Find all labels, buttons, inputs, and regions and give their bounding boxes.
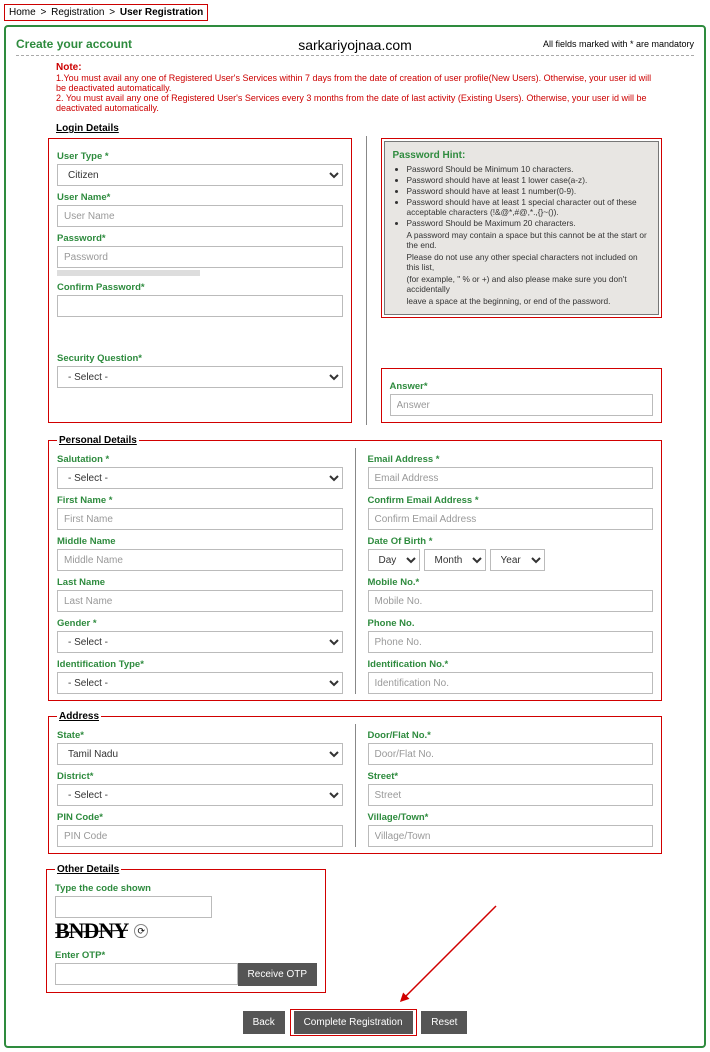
hint-note: A password may contain a space but this … (407, 230, 651, 250)
street-input[interactable] (368, 784, 654, 806)
captcha-image: BNDNY (55, 918, 128, 944)
mobile-label: Mobile No.* (368, 577, 654, 588)
password-input[interactable] (57, 246, 343, 268)
username-input[interactable] (57, 205, 343, 227)
other-details-legend: Other Details (55, 864, 121, 875)
idtype-label: Identification Type* (57, 659, 343, 670)
district-select[interactable]: - Select - (57, 784, 343, 806)
security-question-select[interactable]: - Select - (57, 366, 343, 388)
village-input[interactable] (368, 825, 654, 847)
hint-note: (for example, " % or +) and also please … (407, 274, 651, 294)
door-input[interactable] (368, 743, 654, 765)
note-title: Note: (56, 62, 654, 73)
answer-input[interactable] (390, 394, 654, 416)
login-left-box: User Type * Citizen User Name* Password*… (48, 138, 352, 423)
phone-input[interactable] (368, 631, 654, 653)
hint-item: Password Should be Minimum 10 characters… (407, 164, 651, 174)
note-line-1: 1.You must avail any one of Registered U… (56, 73, 654, 93)
district-label: District* (57, 771, 343, 782)
crumb-home[interactable]: Home (9, 7, 36, 18)
crumb-registration[interactable]: Registration (51, 7, 104, 18)
hint-item: Password should have at least 1 number(0… (407, 186, 651, 196)
firstname-input[interactable] (57, 508, 343, 530)
receive-otp-button[interactable]: Receive OTP (238, 963, 317, 986)
password-label: Password* (57, 233, 343, 244)
mobile-input[interactable] (368, 590, 654, 612)
confirm-password-label: Confirm Password* (57, 282, 343, 293)
dob-day-select[interactable]: Day (368, 549, 420, 571)
address-legend: Address (57, 711, 101, 722)
answer-label: Answer* (390, 381, 654, 392)
password-strength-bar (57, 270, 200, 276)
security-question-label: Security Question* (57, 353, 343, 364)
hint-item: Password should have at least 1 lower ca… (407, 175, 651, 185)
login-right-col: Password Hint: Password Should be Minimu… (366, 136, 665, 425)
note-block: Note: 1.You must avail any one of Regist… (56, 62, 654, 113)
email-input[interactable] (368, 467, 654, 489)
button-row: Back Complete Registration Reset (16, 1009, 694, 1036)
street-label: Street* (368, 771, 654, 782)
hint-note: Please do not use any other special char… (407, 252, 651, 272)
other-details-box: Other Details Type the code shown BNDNY … (46, 864, 326, 993)
otp-input[interactable] (55, 963, 238, 985)
reset-button[interactable]: Reset (421, 1011, 467, 1034)
usertype-label: User Type * (57, 151, 343, 162)
salutation-select[interactable]: - Select - (57, 467, 343, 489)
captcha-label: Type the code shown (55, 883, 317, 894)
personal-details-legend: Personal Details (57, 435, 139, 446)
hint-note: leave a space at the beginning, or end o… (407, 296, 651, 306)
middlename-label: Middle Name (57, 536, 343, 547)
complete-registration-button[interactable]: Complete Registration (294, 1011, 413, 1034)
state-select[interactable]: Tamil Nadu (57, 743, 343, 765)
phone-label: Phone No. (368, 618, 654, 629)
annotation-arrow (386, 896, 506, 1016)
refresh-captcha-icon[interactable]: ⟳ (134, 924, 148, 938)
otp-label: Enter OTP* (55, 950, 317, 961)
gender-label: Gender * (57, 618, 343, 629)
email-label: Email Address * (368, 454, 654, 465)
usertype-select[interactable]: Citizen (57, 164, 343, 186)
mandatory-note: All fields marked with * are mandatory (543, 39, 694, 49)
address-box: Address State* Tamil Nadu District* - Se… (48, 711, 662, 854)
gender-select[interactable]: - Select - (57, 631, 343, 653)
pin-label: PIN Code* (57, 812, 343, 823)
password-hint-box: Password Hint: Password Should be Minimu… (384, 141, 660, 315)
idno-input[interactable] (368, 672, 654, 694)
crumb-current: User Registration (120, 7, 203, 18)
dob-year-select[interactable]: Year (490, 549, 545, 571)
idno-label: Identification No.* (368, 659, 654, 670)
watermark: sarkariyojnaa.com (298, 37, 412, 53)
dob-label: Date Of Birth * (368, 536, 654, 547)
lastname-input[interactable] (57, 590, 343, 612)
hint-item: Password Should be Maximum 20 characters… (407, 218, 651, 228)
note-line-2: 2. You must avail any one of Registered … (56, 93, 654, 113)
confirm-email-label: Confirm Email Address * (368, 495, 654, 506)
lastname-label: Last Name (57, 577, 343, 588)
login-details-title: Login Details (56, 123, 694, 134)
confirm-password-input[interactable] (57, 295, 343, 317)
pin-input[interactable] (57, 825, 343, 847)
hint-title: Password Hint: (393, 150, 651, 161)
username-label: User Name* (57, 192, 343, 203)
back-button[interactable]: Back (243, 1011, 285, 1034)
village-label: Village/Town* (368, 812, 654, 823)
page-title: Create your account (16, 37, 132, 51)
hint-item: Password should have at least 1 special … (407, 197, 651, 217)
salutation-label: Salutation * (57, 454, 343, 465)
captcha-input[interactable] (55, 896, 212, 918)
state-label: State* (57, 730, 343, 741)
door-label: Door/Flat No.* (368, 730, 654, 741)
middlename-input[interactable] (57, 549, 343, 571)
dob-month-select[interactable]: Month (424, 549, 486, 571)
firstname-label: First Name * (57, 495, 343, 506)
form-container: sarkariyojnaa.com Create your account Al… (4, 25, 706, 1048)
personal-details-box: Personal Details Salutation * - Select -… (48, 435, 662, 701)
confirm-email-input[interactable] (368, 508, 654, 530)
idtype-select[interactable]: - Select - (57, 672, 343, 694)
breadcrumb: Home > Registration > User Registration (4, 4, 208, 21)
